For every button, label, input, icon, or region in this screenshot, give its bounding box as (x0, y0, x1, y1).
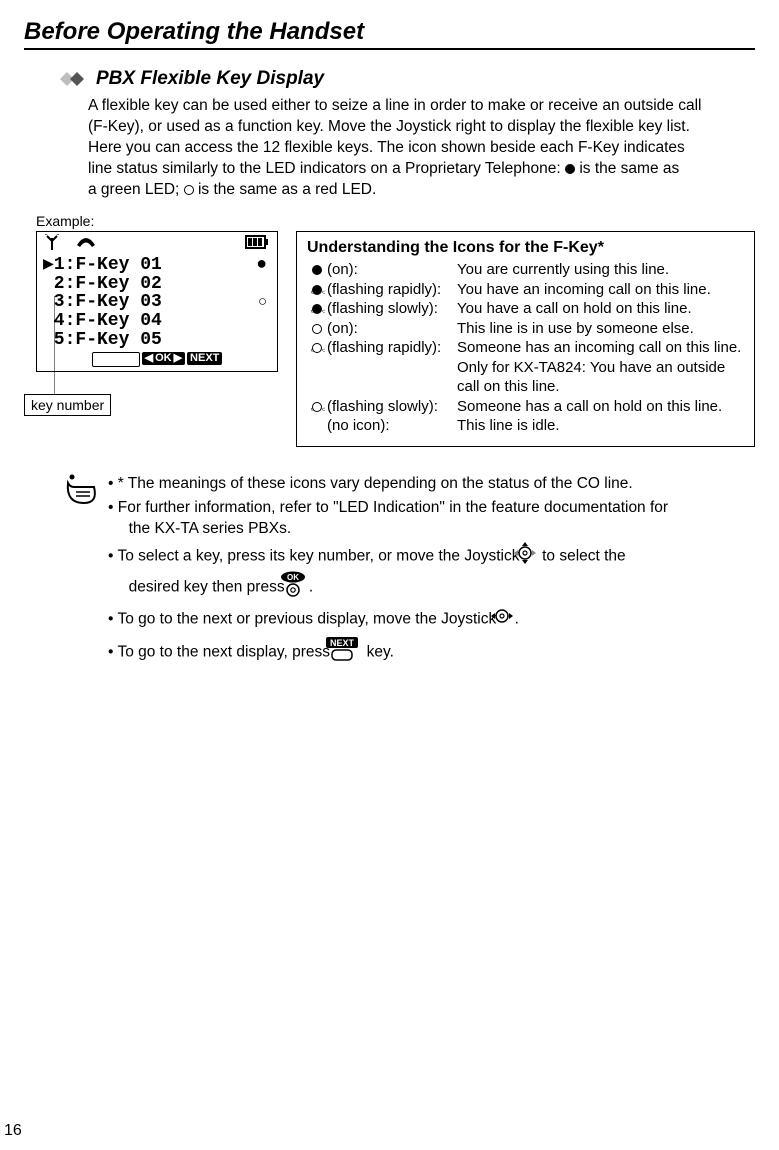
filled-dot-icon (565, 164, 575, 174)
state-desc: Only for KX-TA824: You have an outside (457, 358, 744, 378)
icon-legend-row: Only for KX-TA824: You have an outside (307, 358, 744, 378)
icon-legend-row: ꜀꜀ (flashing slowly): Someone has a call… (307, 397, 744, 417)
state-desc: call on this line. (457, 377, 744, 397)
ok-button-icon: OK (291, 571, 307, 604)
text: (F-Key), or used as a function key. Move… (88, 118, 690, 135)
state-desc: You have an incoming call on this line. (457, 280, 744, 300)
softkey-ok: ◀ OK ▶ (142, 352, 185, 365)
lcd-line: ▶1:F-Key 01● (43, 256, 271, 275)
note-list: • * The meanings of these icons vary dep… (108, 473, 747, 671)
joystick-horizontal-icon (503, 605, 513, 634)
joystick-vertical-icon (526, 542, 536, 571)
text: is the same as a red LED. (194, 181, 377, 198)
filled-dot-icon (307, 260, 327, 280)
icon-legend-row: ꜀꜀ (flashing rapidly): You have an incom… (307, 280, 744, 300)
icon-legend-row: (no icon): This line is idle. (307, 416, 744, 436)
softkey-next: NEXT (187, 352, 222, 365)
understanding-box: Understanding the Icons for the F-Key* (… (296, 231, 755, 447)
text: Here you can access the 12 flexible keys… (88, 139, 685, 156)
page-number: 16 (4, 1122, 22, 1140)
text: a green LED; (88, 181, 184, 198)
state-desc: Someone has an incoming call on this lin… (457, 338, 744, 358)
svg-text:NEXT: NEXT (330, 638, 355, 648)
page: Before Operating the Handset PBX Flexibl… (0, 0, 779, 1148)
open-dot-flashing-icon: ꜀꜀ (307, 397, 327, 417)
example-label: Example: (36, 213, 755, 229)
lcd-status-bar (43, 236, 271, 256)
battery-icon (245, 235, 269, 255)
figure-row: ▶1:F-Key 01● 2:F-Key 02 3:F-Key 03○ 4:F-… (24, 231, 755, 447)
notes-block: • * The meanings of these icons vary dep… (64, 473, 747, 671)
state-label: (flashing slowly): (327, 299, 457, 319)
list-item: • To go to the next or previous display,… (108, 605, 747, 634)
lcd-line: 3:F-Key 03○ (43, 293, 271, 312)
section-title: PBX Flexible Key Display (96, 68, 324, 90)
state-label: (no icon): (327, 416, 457, 436)
text: is the same as (575, 160, 679, 177)
antenna-icon (45, 234, 59, 256)
icon-legend-row: ꜀꜀ (flashing slowly): You have a call on… (307, 299, 744, 319)
lcd-line: 5:F-Key 05 (43, 331, 271, 350)
understanding-title: Understanding the Icons for the F-Key* (307, 238, 744, 259)
filled-dot-flashing-icon: ꜀꜀ (307, 280, 327, 300)
state-desc: This line is in use by someone else. (457, 319, 744, 339)
lcd-softkey-row: . ◀ OK ▶ NEXT (43, 350, 271, 367)
svg-text:OK: OK (287, 573, 299, 582)
open-dot-flashing-icon: ꜀꜀ (307, 338, 327, 358)
state-label: (on): (327, 319, 457, 339)
handset-icon (75, 235, 97, 255)
leader-line-icon (54, 296, 74, 394)
open-dot-icon (184, 185, 194, 195)
softkey-blank: . (92, 352, 140, 367)
lcd-line: 2:F-Key 02 (43, 275, 271, 294)
section-header: PBX Flexible Key Display (60, 68, 755, 90)
next-button-icon: NEXT (336, 636, 360, 669)
list-item: • * The meanings of these icons vary dep… (108, 473, 747, 495)
icon-legend-row: (on): You are currently using this line. (307, 260, 744, 280)
note-icon (64, 473, 108, 671)
state-label: (flashing slowly): (327, 397, 457, 417)
open-dot-icon: ○ (258, 295, 267, 311)
state-desc: Someone has a call on hold on this line. (457, 397, 744, 417)
chapter-title: Before Operating the Handset (24, 18, 755, 50)
key-number-label: key number (24, 394, 111, 416)
list-item: • For further information, refer to "LED… (108, 497, 747, 540)
open-dot-icon (307, 319, 327, 339)
list-item: • To select a key, press its key number,… (108, 542, 747, 603)
lcd-column: ▶1:F-Key 01● 2:F-Key 02 3:F-Key 03○ 4:F-… (24, 231, 292, 416)
section-bullet-icon (60, 72, 88, 86)
icon-legend-row: (on): This line is in use by someone els… (307, 319, 744, 339)
state-desc: This line is idle. (457, 416, 744, 436)
text: line status similarly to the LED indicat… (88, 160, 565, 177)
intro-paragraph: A flexible key can be used either to sei… (88, 96, 747, 201)
state-label: (flashing rapidly): (327, 280, 457, 300)
state-label: (on): (327, 260, 457, 280)
state-label: (flashing rapidly): (327, 338, 457, 358)
state-desc: You have a call on hold on this line. (457, 299, 744, 319)
filled-dot-icon: ● (256, 256, 267, 275)
text: A flexible key can be used either to sei… (88, 97, 701, 114)
icon-legend-row: ꜀꜀ (flashing rapidly): Someone has an in… (307, 338, 744, 358)
icon-legend-row: call on this line. (307, 377, 744, 397)
state-desc: You are currently using this line. (457, 260, 744, 280)
list-item: • To go to the next display, press NEXT … (108, 636, 747, 669)
lcd-line: 4:F-Key 04 (43, 312, 271, 331)
filled-dot-flashing-icon: ꜀꜀ (307, 299, 327, 319)
